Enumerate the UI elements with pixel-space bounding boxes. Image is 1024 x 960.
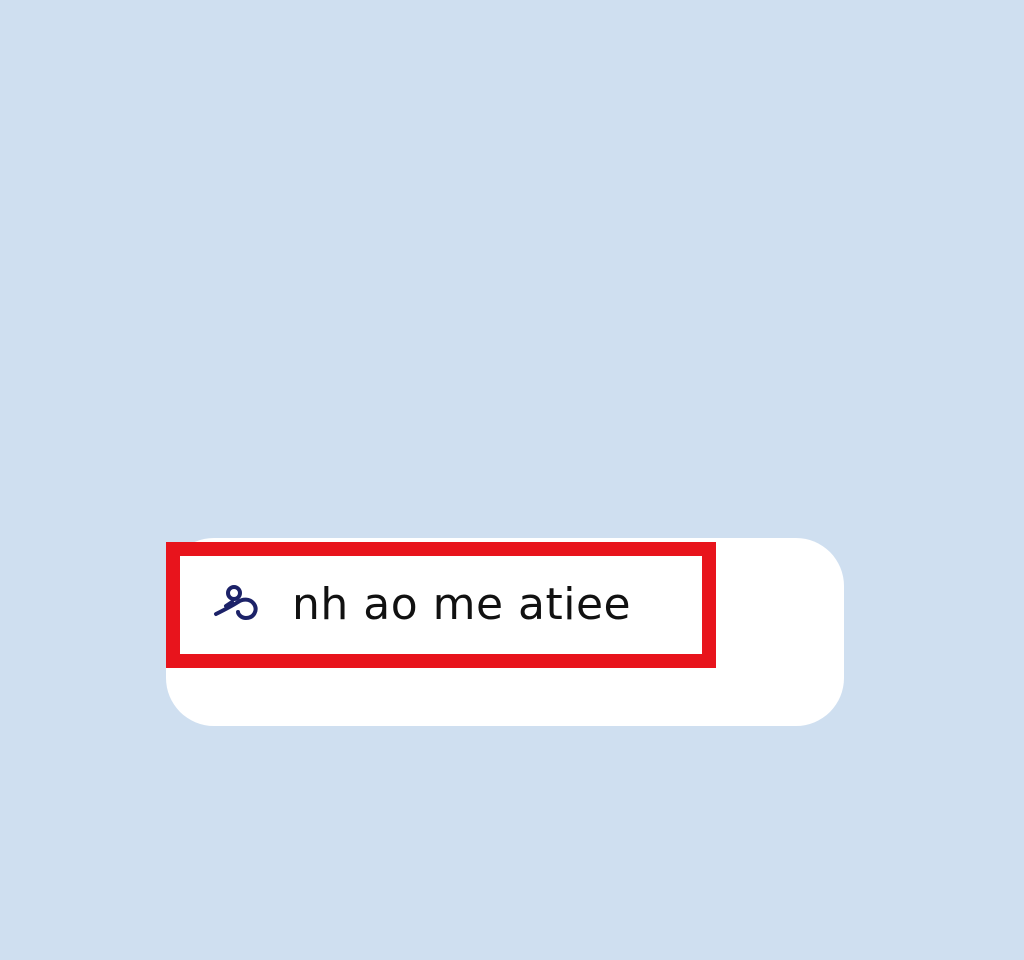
- selection-highlight: [166, 542, 716, 668]
